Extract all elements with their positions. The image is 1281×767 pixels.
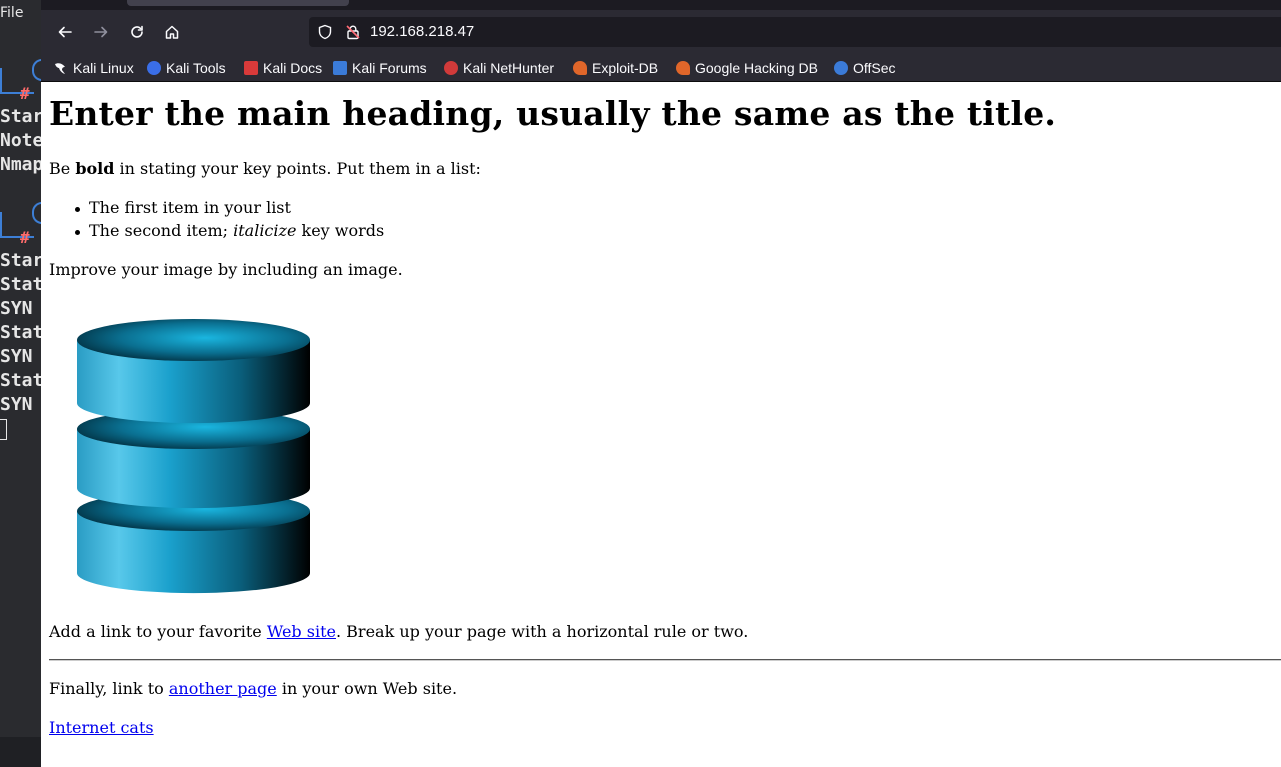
terminal-line: Star [0,250,41,271]
terminal-menu-file[interactable]: File [0,5,23,21]
arrow-left-icon [58,26,72,38]
reload-icon [131,25,143,38]
arrow-right-icon [94,26,108,38]
text: The first item in your list [89,198,291,217]
browser-window: 192.168.218.47 Kali Linux Kali Tools Kal… [41,0,1281,767]
key-points-list: The first item in your list The second i… [74,198,385,244]
insecure-lock-icon[interactable] [345,24,361,40]
text: Add a link to your favorite [49,622,267,641]
bookmark-label: Kali Forums [352,60,427,76]
offsec-icon [834,61,848,75]
bookmark-kali-tools[interactable]: Kali Tools [147,58,226,78]
bookmark-kali-linux[interactable]: Kali Linux [54,58,134,78]
bookmark-kali-forums[interactable]: Kali Forums [333,58,427,78]
bold-text: bold [75,159,115,178]
text: Be [49,159,76,178]
list-item: The second item; italicize key words [74,221,385,244]
paragraph-cats: Internet cats [49,718,154,737]
bookmark-label: Kali Tools [166,60,226,76]
terminal-line: Note [0,130,41,151]
horizontal-rule [49,659,1281,661]
tab-strip [41,0,1281,10]
tab-active[interactable] [127,0,349,6]
prompt-hash: # [20,228,30,247]
terminal-footer [0,737,41,767]
kali-dragon-icon [54,61,68,75]
terminal-line: SYN [0,346,41,367]
terminal-line: Star [0,106,41,127]
prompt-hash: # [20,84,30,103]
shield-icon[interactable] [317,24,333,40]
ghdb-icon [676,61,690,75]
navigation-toolbar: 192.168.218.47 [41,10,1281,54]
kali-nethunter-icon [444,61,458,75]
forward-button[interactable] [87,19,115,45]
bookmark-label: OffSec [853,60,896,76]
text: in your own Web site. [276,679,458,698]
page-content: Enter the main heading, usually the same… [41,83,1281,767]
text: Finally, link to [49,679,169,698]
back-button[interactable] [51,19,79,45]
terminal-line: SYN [0,298,41,319]
paragraph-finally: Finally, link to another page in your ow… [49,679,457,698]
home-icon [165,25,179,39]
another-page-link[interactable]: another page [169,679,277,698]
bookmark-label: Kali Linux [73,60,134,76]
terminal-line: SYN [0,394,41,415]
terminal-line: Stat [0,370,41,391]
terminal-line: Nmap [0,154,41,175]
bookmark-label: Kali NetHunter [463,60,555,76]
bookmark-exploit-db[interactable]: Exploit-DB [573,58,658,78]
bookmark-offsec[interactable]: OffSec [834,58,896,78]
paragraph-intro: Be bold in stating your key points. Put … [49,159,481,178]
kali-docs-icon [244,61,258,75]
terminal-line: Stat [0,322,41,343]
bookmark-google-hacking-db[interactable]: Google Hacking DB [676,58,818,78]
url-text[interactable]: 192.168.218.47 [370,23,474,40]
text: in stating your key points. Put them in … [114,159,481,178]
bookmark-label: Google Hacking DB [695,60,818,76]
reload-button[interactable] [123,19,151,45]
bookmarks-toolbar: Kali Linux Kali Tools Kali Docs Kali For… [41,54,1281,82]
kali-tools-icon [147,61,161,75]
url-bar[interactable]: 192.168.218.47 [309,17,1281,47]
paragraph-link: Add a link to your favorite Web site. Br… [49,622,748,641]
exploit-db-icon [573,61,587,75]
page-heading: Enter the main heading, usually the same… [49,94,1057,133]
terminal-window: File # Star Note Nmap # Star Stat SYN St… [0,0,41,767]
terminal-line: Stat [0,274,41,295]
web-site-link[interactable]: Web site [267,622,336,641]
italic-text: italicize [233,221,297,240]
list-item: The first item in your list [74,198,384,221]
text: . Break up your page with a horizontal r… [335,622,749,641]
bookmark-kali-docs[interactable]: Kali Docs [244,58,322,78]
terminal-cursor [0,419,7,440]
bookmark-label: Exploit-DB [592,60,659,76]
kali-forums-icon [333,61,347,75]
bookmark-label: Kali Docs [263,60,323,76]
database-image [77,319,310,594]
bookmark-kali-nethunter[interactable]: Kali NetHunter [444,58,554,78]
home-button[interactable] [158,19,186,45]
text: key words [296,221,385,240]
paragraph-image: Improve your image by including an image… [49,260,403,279]
text: The second item; [89,221,234,240]
internet-cats-link[interactable]: Internet cats [49,718,154,737]
